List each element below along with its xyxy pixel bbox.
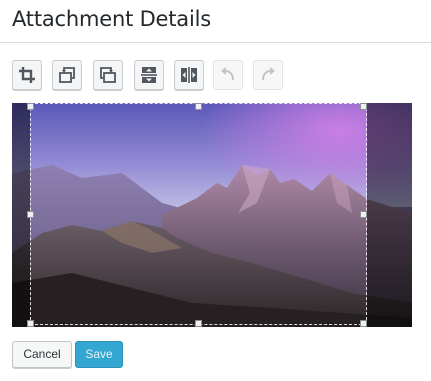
rotate-right-button[interactable] — [93, 60, 123, 90]
flip-vertical-icon — [141, 67, 157, 83]
crop-handle-top-left[interactable] — [27, 103, 34, 110]
header-divider — [0, 42, 431, 43]
flip-vertical-button[interactable] — [134, 60, 164, 90]
crop-handle-right[interactable] — [360, 211, 367, 218]
crop-selection[interactable] — [30, 103, 367, 325]
rotate-right-icon — [100, 67, 116, 83]
crop-icon — [19, 67, 35, 83]
rotate-left-button[interactable] — [52, 60, 82, 90]
crop-handle-bottom[interactable] — [195, 320, 202, 327]
undo-icon — [221, 67, 234, 81]
crop-handle-top[interactable] — [195, 103, 202, 110]
cancel-button[interactable]: Cancel — [12, 341, 72, 368]
redo-button[interactable] — [253, 60, 283, 90]
redo-icon — [262, 67, 275, 81]
page-title: Attachment Details — [12, 7, 211, 31]
crop-handle-left[interactable] — [27, 211, 34, 218]
crop-outside-overlay-right — [367, 103, 412, 327]
crop-handle-top-right[interactable] — [360, 103, 367, 110]
crop-button[interactable] — [12, 60, 42, 90]
image-crop-editor[interactable] — [12, 103, 412, 327]
crop-handle-bottom-left[interactable] — [27, 320, 34, 327]
rotate-left-icon — [59, 67, 75, 83]
flip-horizontal-button[interactable] — [174, 60, 204, 90]
crop-handle-bottom-right[interactable] — [360, 320, 367, 327]
undo-button[interactable] — [213, 60, 243, 90]
save-button[interactable]: Save — [75, 341, 123, 368]
flip-horizontal-icon — [181, 67, 197, 83]
